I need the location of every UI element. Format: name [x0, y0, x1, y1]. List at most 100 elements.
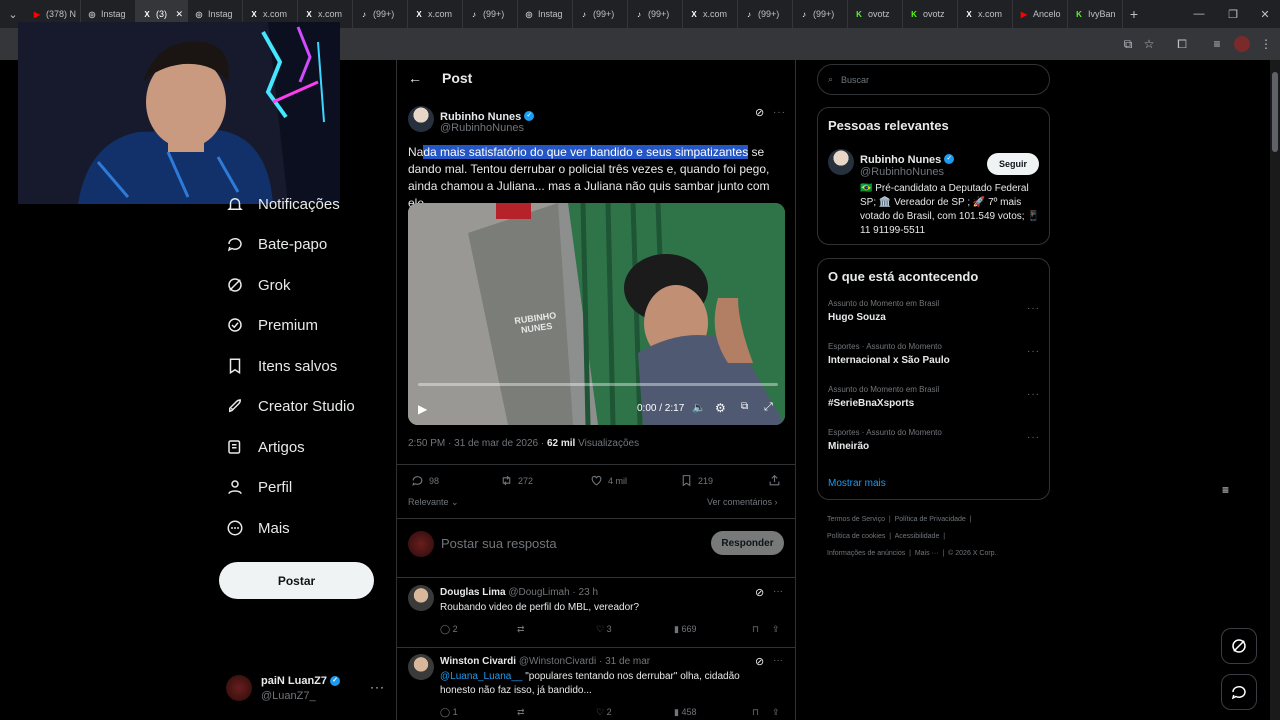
grok-explain-icon[interactable]: ⊘	[755, 586, 764, 599]
author-avatar[interactable]	[408, 106, 434, 132]
comment-views[interactable]: ▮ 669	[674, 624, 697, 635]
repost-button[interactable]: 272	[500, 474, 533, 487]
comment-views[interactable]: ▮ 458	[674, 707, 697, 718]
browser-tab[interactable]: Xx.com	[958, 0, 1013, 28]
trend-item[interactable]: Esportes · Assunto do Momento Mineirão ···	[828, 428, 1040, 452]
back-arrow-icon[interactable]: ←	[408, 70, 422, 86]
browser-tab[interactable]: K IvyBan	[1068, 0, 1123, 28]
comment-handle[interactable]: @WinstonCivardi	[519, 656, 596, 667]
browser-tab[interactable]: ♪ (99+)	[628, 0, 683, 28]
comment-handle[interactable]: @DougLimah	[508, 587, 569, 598]
nav-item-premium[interactable]: Premium	[226, 310, 318, 340]
browser-tab[interactable]: ♪ (99+)	[793, 0, 848, 28]
browser-tab[interactable]: ♪ (99+)	[353, 0, 408, 28]
footer-link[interactable]: Acessibilidade	[895, 533, 940, 540]
browser-menu-icon[interactable]: ⋮	[1258, 36, 1274, 52]
share-icon[interactable]: ⇪	[772, 707, 780, 718]
media-controls-icon[interactable]: ≡	[1209, 36, 1225, 52]
install-app-icon[interactable]: ⧉	[1120, 36, 1136, 52]
post-timestamp[interactable]: 2:50 PM · 31 de mar de 2026 ·	[408, 438, 547, 449]
comment-avatar[interactable]	[408, 585, 434, 611]
nav-item-grok[interactable]: Grok	[226, 270, 291, 300]
share-icon[interactable]: ⇪	[772, 624, 780, 635]
trend-more-icon[interactable]: ···	[1027, 389, 1040, 400]
volume-icon[interactable]: 🔈	[692, 401, 706, 414]
account-avatar[interactable]	[226, 675, 252, 701]
comment-more-icon[interactable]: ···	[773, 655, 783, 666]
browser-tab[interactable]: ▶ Ancelo	[1013, 0, 1068, 28]
footer-link[interactable]: Mais ···	[915, 550, 939, 557]
browser-tab[interactable]: ♪ (99+)	[463, 0, 518, 28]
reply-submit-button[interactable]: Responder	[711, 531, 784, 555]
nav-item-perfil[interactable]: Perfil	[226, 472, 292, 502]
search-input[interactable]: ⌕ Buscar	[817, 64, 1050, 95]
comment-avatar[interactable]	[408, 654, 434, 680]
comment-author[interactable]: Douglas Lima	[440, 587, 506, 598]
grok-bar-icon[interactable]: ≡	[1222, 483, 1229, 497]
account-name[interactable]: paiN LuanZ7 ✓	[261, 675, 341, 687]
show-more-link[interactable]: Mostrar mais	[828, 478, 886, 489]
browser-tab[interactable]: ♪ (99+)	[738, 0, 793, 28]
account-more-icon[interactable]: ···	[370, 680, 385, 694]
pip-icon[interactable]: ⧉	[741, 401, 748, 412]
comment-more-icon[interactable]: ···	[773, 586, 783, 597]
nav-item-mais[interactable]: Mais	[226, 513, 290, 543]
reply-input[interactable]: Postar sua resposta	[441, 536, 557, 551]
grok-fab[interactable]	[1221, 628, 1257, 664]
comment-repost-button[interactable]: ⇄	[517, 707, 525, 718]
new-tab-button[interactable]: +	[1123, 6, 1145, 22]
trend-more-icon[interactable]: ···	[1027, 346, 1040, 357]
nav-item-creator-studio[interactable]: Creator Studio	[226, 391, 355, 421]
post-video[interactable]: RUBINHO NUNES ▶ 0:00 / 2:17 🔈 ⚙ ⧉ ⤢	[408, 203, 785, 425]
author-handle[interactable]: @RubinhoNunes	[440, 122, 524, 134]
trend-item[interactable]: Esportes · Assunto do Momento Internacion…	[828, 342, 1040, 366]
footer-link[interactable]: Termos de Serviço	[827, 516, 885, 523]
comment-reply-button[interactable]: ◯ 1	[440, 707, 458, 718]
browser-tab[interactable]: Xx.com	[683, 0, 738, 28]
browser-tab[interactable]: Xx.com	[408, 0, 463, 28]
browser-tab[interactable]: ◎ Instag	[518, 0, 573, 28]
comment-like-button[interactable]: ♡ 2	[596, 707, 612, 718]
follow-button[interactable]: Seguir	[987, 153, 1039, 175]
fullscreen-icon[interactable]: ⤢	[764, 401, 773, 414]
profile-avatar-icon[interactable]	[1234, 36, 1250, 52]
post-compose-button[interactable]: Postar	[219, 562, 374, 599]
trend-more-icon[interactable]: ···	[1027, 432, 1040, 443]
comment-reply-button[interactable]: ◯ 2	[440, 624, 458, 635]
page-scrollbar[interactable]	[1270, 60, 1280, 720]
trend-item[interactable]: Assunto do Momento em Brasil Hugo Souza ··…	[828, 299, 1040, 323]
nav-item-itens-salvos[interactable]: Itens salvos	[226, 351, 337, 381]
nav-item-artigos[interactable]: Artigos	[226, 432, 305, 462]
reply-button[interactable]: 98	[411, 474, 439, 487]
settings-icon[interactable]: ⚙	[715, 401, 726, 415]
nav-item-bate-papo[interactable]: Bate-papo	[226, 229, 327, 259]
maximize-icon[interactable]: ❐	[1216, 0, 1250, 28]
sort-dropdown[interactable]: Relevante ⌄	[408, 497, 459, 508]
comment-author[interactable]: Winston Civardi	[440, 656, 516, 667]
minimize-icon[interactable]: —	[1182, 0, 1216, 28]
view-comments-link[interactable]: Ver comentários ›	[707, 497, 778, 507]
comment-repost-button[interactable]: ⇄	[517, 624, 525, 635]
like-button[interactable]: 4 mil	[590, 474, 627, 487]
play-icon[interactable]: ▶	[418, 402, 427, 416]
bookmark-button[interactable]: 219	[680, 474, 713, 487]
bookmark-star-icon[interactable]: ☆	[1141, 36, 1157, 52]
bookmark-icon[interactable]: ⊓	[752, 707, 759, 718]
share-button[interactable]	[768, 474, 781, 487]
scrollbar-thumb[interactable]	[1272, 72, 1278, 152]
browser-tab[interactable]: Kovotz	[903, 0, 958, 28]
extensions-icon[interactable]: ⧠	[1174, 36, 1190, 52]
comment-mention[interactable]: @Luana_Luana__	[440, 671, 522, 682]
relevant-avatar[interactable]	[828, 149, 854, 175]
window-close-icon[interactable]: ✕	[1248, 0, 1280, 28]
browser-tab[interactable]: Kovotz	[848, 0, 903, 28]
comment-like-button[interactable]: ♡ 3	[596, 624, 612, 635]
nav-item-notifica-es[interactable]: Notificações	[226, 189, 340, 219]
trend-more-icon[interactable]: ···	[1027, 303, 1040, 314]
messages-fab[interactable]	[1221, 674, 1257, 710]
footer-link[interactable]: Política de cookies	[827, 533, 885, 540]
browser-tab[interactable]: ♪ (99+)	[573, 0, 628, 28]
trend-item[interactable]: Assunto do Momento em Brasil #SerieBnaXsp…	[828, 385, 1040, 409]
footer-link[interactable]: Política de Privacidade	[895, 516, 966, 523]
footer-link[interactable]: Informações de anúncios	[827, 550, 905, 557]
